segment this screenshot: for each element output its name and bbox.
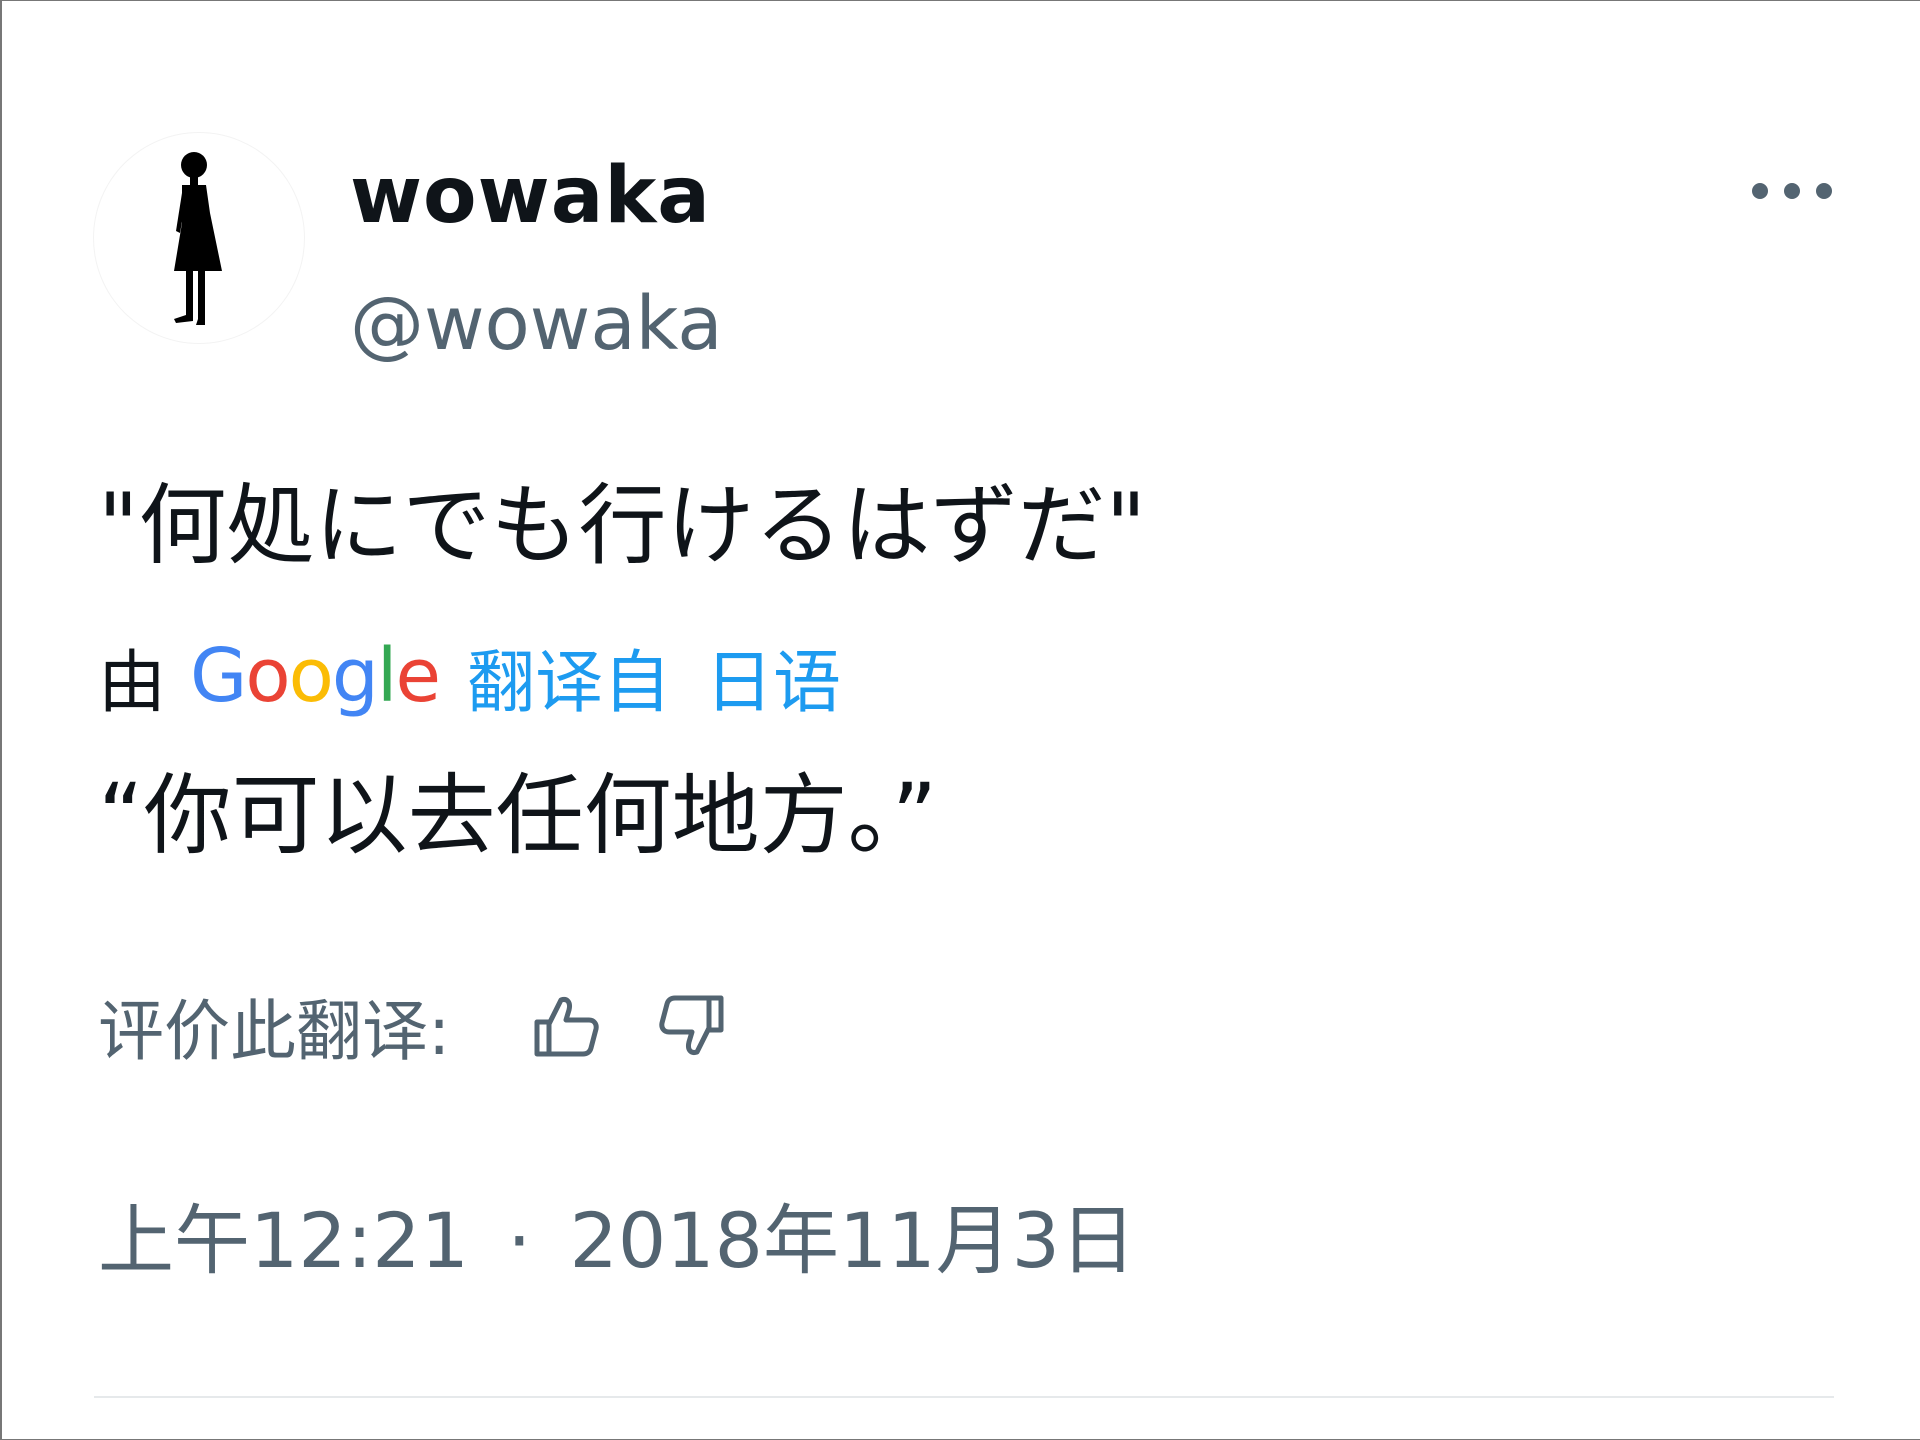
thumbs-down-icon bbox=[659, 995, 724, 1055]
rate-translation-label: 评价此翻译: bbox=[98, 993, 451, 1070]
tweet-translated-text: “你可以去任何地方。” bbox=[98, 764, 938, 867]
thumbs-up-icon bbox=[534, 997, 599, 1057]
google-logo-letter: l bbox=[376, 633, 398, 719]
google-logo-letter: o bbox=[288, 633, 334, 719]
google-logo-letter: o bbox=[245, 633, 290, 719]
avatar[interactable] bbox=[94, 133, 304, 343]
translation-attribution: 由 Google 翻译自 日语 bbox=[98, 631, 841, 723]
rate-translation-row: 评价此翻译: bbox=[98, 976, 736, 1076]
google-logo[interactable]: Google bbox=[190, 633, 441, 719]
user-handle[interactable]: @wowaka bbox=[350, 281, 723, 367]
tweet-screenshot-frame: wowaka @wowaka "何処にでも行けるはずだ" 由 Google 翻译… bbox=[0, 0, 1920, 1440]
thumbs-down-button[interactable] bbox=[646, 981, 736, 1071]
thumbs-up-button[interactable] bbox=[522, 981, 612, 1071]
timestamp-separator: · bbox=[507, 1196, 532, 1285]
timestamp-time: 上午12:21 bbox=[98, 1196, 470, 1285]
google-logo-letter: g bbox=[331, 633, 379, 719]
display-name[interactable]: wowaka bbox=[350, 151, 711, 241]
source-language-link[interactable]: 日语 bbox=[705, 627, 841, 726]
divider bbox=[94, 1396, 1834, 1398]
timestamp-date: 2018年11月3日 bbox=[569, 1196, 1137, 1285]
more-options-button[interactable] bbox=[1732, 161, 1852, 221]
tweet-timestamp[interactable]: 上午12:21 · 2018年11月3日 bbox=[98, 1191, 1136, 1291]
more-horizontal-icon bbox=[1752, 183, 1832, 199]
google-logo-letter: G bbox=[190, 633, 247, 719]
translation-by-label: 由 bbox=[98, 643, 167, 723]
translate-from-link[interactable]: 翻译自 bbox=[467, 627, 671, 726]
silhouette-figure-icon bbox=[174, 152, 222, 325]
tweet-original-text: "何処にでも行けるはずだ" bbox=[98, 474, 1147, 577]
google-logo-letter: e bbox=[395, 633, 441, 719]
